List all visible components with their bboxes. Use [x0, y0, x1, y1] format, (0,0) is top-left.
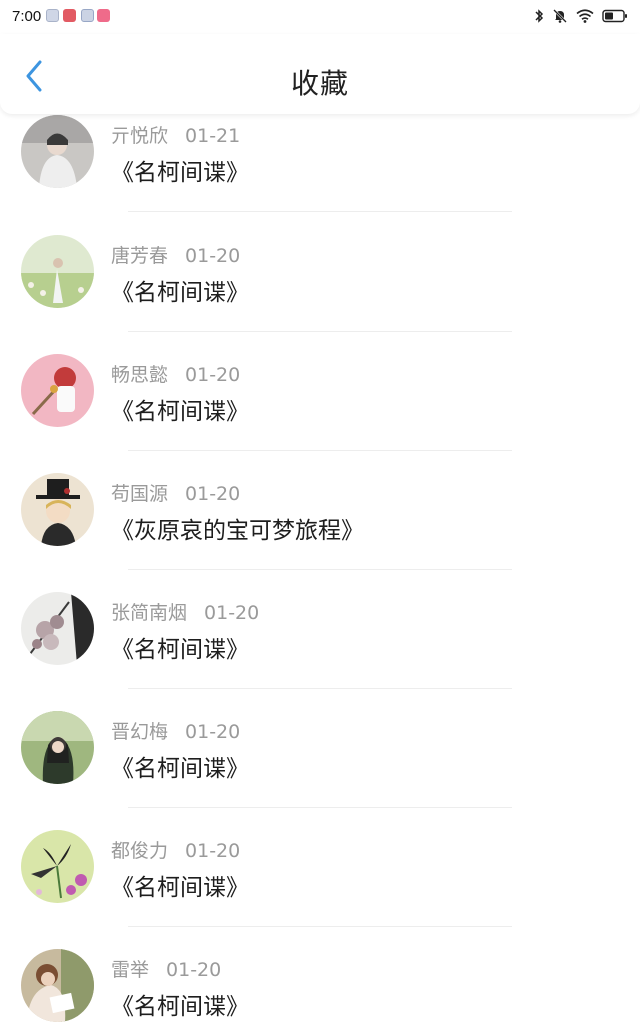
item-meta: 雷举 01-20 [111, 955, 221, 982]
header-bar: 收藏 [0, 34, 640, 114]
avatar [21, 592, 94, 665]
book-title[interactable]: 《名柯间谍》 [111, 392, 249, 426]
item-date: 01-20 [185, 721, 241, 743]
book-title[interactable]: 《名柯间谍》 [111, 987, 249, 1021]
wifi-icon [576, 9, 594, 23]
notification-app-icon [97, 9, 110, 22]
user-name: 晋幻梅 [111, 721, 169, 743]
favorite-item[interactable]: 畅思懿 01-20 《名柯间谍》 [0, 331, 640, 451]
item-date: 01-21 [185, 125, 241, 147]
user-name: 唐芳春 [111, 245, 169, 267]
user-name: 苟国源 [111, 483, 169, 505]
book-title[interactable]: 《名柯间谍》 [111, 630, 249, 664]
avatar [21, 711, 94, 784]
status-bar: 7:00 [0, 0, 640, 34]
avatar [21, 115, 94, 188]
favorite-item[interactable]: 雷举 01-20 《名柯间谍》 [0, 926, 640, 1024]
mute-bell-icon [552, 8, 568, 24]
status-icons [534, 6, 628, 26]
notification-shield-icon [81, 9, 94, 22]
favorites-list: 亓悦欣 01-21 《名柯间谍》 唐芳春 01-20 《名柯间谍》 畅思懿 01-20… [0, 114, 640, 1024]
status-time: 7:00 [12, 8, 42, 25]
item-meta: 畅思懿 01-20 [111, 360, 240, 387]
avatar [21, 830, 94, 903]
user-name: 雷举 [111, 959, 150, 981]
favorite-item[interactable]: 苟国源 01-20 《灰原哀的宝可梦旅程》 [0, 450, 640, 570]
item-meta: 唐芳春 01-20 [111, 241, 240, 268]
item-meta: 都俊力 01-20 [111, 836, 240, 863]
item-date: 01-20 [185, 840, 241, 862]
book-title[interactable]: 《名柯间谍》 [111, 153, 249, 187]
item-meta: 亓悦欣 01-21 [111, 121, 240, 148]
favorite-item[interactable]: 张简南烟 01-20 《名柯间谍》 [0, 569, 640, 689]
user-name: 亓悦欣 [111, 125, 169, 147]
page-title: 收藏 [290, 67, 349, 100]
favorite-item[interactable]: 晋幻梅 01-20 《名柯间谍》 [0, 688, 640, 808]
user-name: 畅思懿 [111, 364, 169, 386]
item-meta: 晋幻梅 01-20 [111, 717, 240, 744]
book-title[interactable]: 《名柯间谍》 [111, 273, 249, 307]
book-title[interactable]: 《名柯间谍》 [111, 868, 249, 902]
item-date: 01-20 [185, 483, 241, 505]
avatar [21, 949, 94, 1022]
avatar [21, 473, 94, 546]
favorite-item[interactable]: 都俊力 01-20 《名柯间谍》 [0, 807, 640, 927]
item-date: 01-20 [204, 602, 260, 624]
avatar [21, 354, 94, 427]
item-date: 01-20 [185, 245, 241, 267]
notification-app-icon [63, 9, 76, 22]
user-name: 都俊力 [111, 840, 169, 862]
book-title[interactable]: 《名柯间谍》 [111, 749, 249, 783]
avatar [21, 235, 94, 308]
bluetooth-icon [534, 8, 544, 24]
battery-icon [602, 9, 628, 23]
notification-app-icon [46, 9, 59, 22]
item-meta: 张简南烟 01-20 [111, 598, 259, 625]
book-title[interactable]: 《灰原哀的宝可梦旅程》 [111, 511, 364, 545]
item-date: 01-20 [166, 959, 222, 981]
user-name: 张简南烟 [111, 602, 188, 624]
favorite-item[interactable]: 唐芳春 01-20 《名柯间谍》 [0, 212, 640, 332]
item-date: 01-20 [185, 364, 241, 386]
item-meta: 苟国源 01-20 [111, 479, 240, 506]
